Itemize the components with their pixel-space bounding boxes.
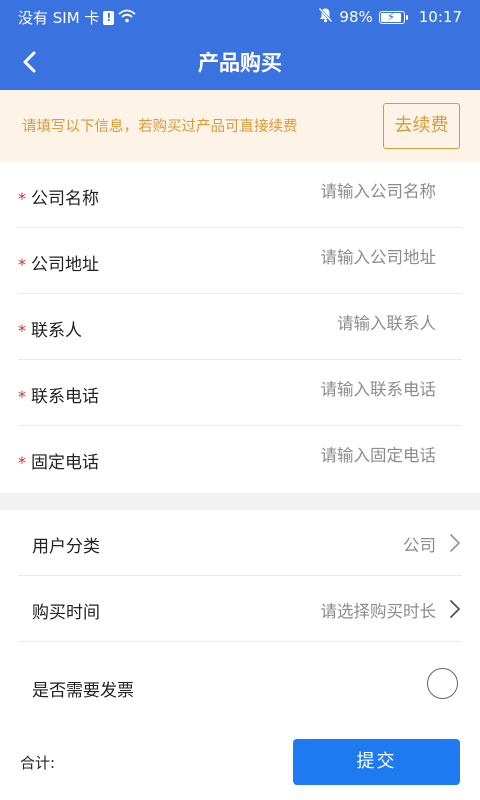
contact-phone-input[interactable] [216, 380, 436, 399]
status-bar: 没有 SIM 卡 ! 98% ⚡ 10:17 [0, 0, 480, 32]
wifi-icon [118, 9, 137, 27]
clock: 10:17 [418, 8, 462, 26]
invoice-label: 是否需要发票 [32, 681, 134, 701]
company-address-label: * 公司地址 [18, 255, 99, 275]
user-category-row[interactable]: 用户分类 公司 [18, 510, 462, 576]
bottom-bar: 合计: 提交 [0, 722, 480, 800]
company-form: *公司名称 *公司地址 *联系人 *联系电话 *固定电话 [0, 162, 480, 493]
notice-text: 请填写以下信息，若购买过产品可直接续费 [22, 119, 298, 135]
contact-person-label: * 联系人 [18, 321, 82, 341]
total-label: 合计: [20, 754, 56, 772]
chevron-right-icon [450, 534, 460, 552]
landline-input[interactable] [216, 446, 436, 465]
purchase-time-value: 请选择购买时长 [320, 602, 437, 621]
company-name-row: * 公司名称 [18, 162, 462, 228]
app-header: 没有 SIM 卡 ! 98% ⚡ 10:17 产品购买 [0, 0, 480, 90]
required-mark: * [18, 255, 26, 274]
carrier-text: 没有 SIM 卡 [18, 9, 100, 27]
required-mark: * [18, 321, 26, 340]
navbar: 产品购买 [0, 32, 480, 90]
contact-person-row: * 联系人 [18, 294, 462, 360]
battery-charging-icon: ⚡ [378, 10, 408, 24]
page-title: 产品购买 [198, 51, 282, 75]
mute-bell-icon [318, 7, 333, 27]
required-mark: * [18, 387, 26, 406]
user-category-label: 用户分类 [32, 537, 100, 557]
purchase-time-label: 购买时间 [32, 603, 100, 623]
landline-label: * 固定电话 [18, 453, 99, 473]
company-address-input[interactable] [216, 248, 436, 267]
contact-phone-row: * 联系电话 [18, 360, 462, 426]
company-name-input[interactable] [216, 182, 436, 201]
contact-person-input[interactable] [216, 314, 436, 333]
status-left: 没有 SIM 卡 ! [18, 7, 137, 28]
invoice-radio[interactable] [427, 668, 458, 699]
sim-alert-icon: ! [103, 10, 115, 25]
submit-button[interactable]: 提交 [293, 739, 460, 785]
battery-percent: 98% [339, 8, 373, 26]
required-mark: * [18, 453, 26, 472]
renew-button[interactable]: 去续费 [383, 103, 460, 149]
purchase-options: 用户分类 公司 购买时间 请选择购买时长 是否需要发票 [0, 510, 480, 722]
invoice-row: 是否需要发票 [18, 654, 462, 720]
chevron-right-icon [450, 600, 460, 618]
user-category-value: 公司 [403, 536, 436, 555]
required-mark: * [18, 189, 26, 208]
status-right: 98% ⚡ 10:17 [318, 7, 462, 27]
purchase-time-row[interactable]: 购买时间 请选择购买时长 [18, 576, 462, 642]
company-name-label: * 公司名称 [18, 189, 99, 209]
landline-row: * 固定电话 [18, 426, 462, 492]
company-address-row: * 公司地址 [18, 228, 462, 294]
contact-phone-label: * 联系电话 [18, 387, 99, 407]
